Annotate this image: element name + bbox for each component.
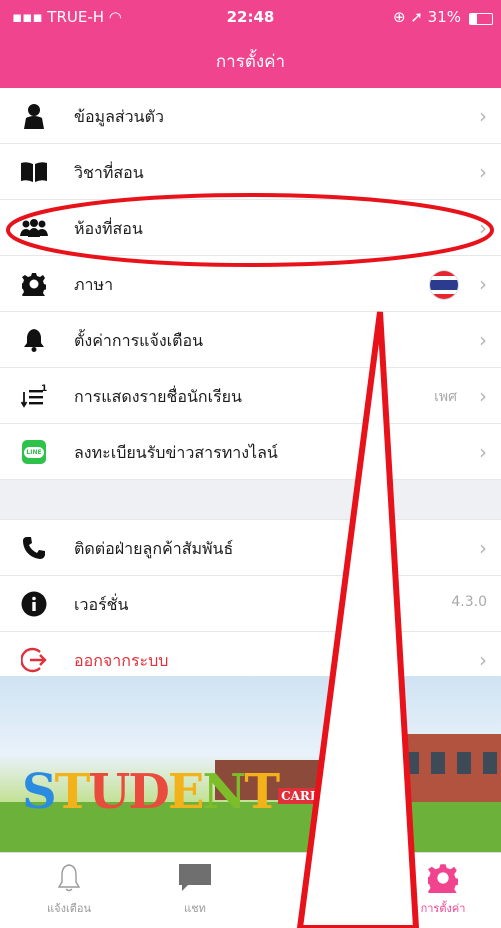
tab-label: แชท xyxy=(184,902,206,915)
svg-text:1: 1 xyxy=(41,384,47,394)
battery-percent: ⊕ ➚ 31% xyxy=(392,8,461,26)
group-icon xyxy=(20,214,48,242)
settings-row-label: ข้อมูลส่วนตัว xyxy=(74,107,164,126)
battery-icon xyxy=(469,13,493,25)
sort-icon: 1 xyxy=(20,382,48,410)
settings-row-label: เวอร์ชั่น xyxy=(74,595,129,614)
chevron-right-icon: › xyxy=(479,440,487,464)
chevron-right-icon: › xyxy=(479,328,487,352)
book-icon xyxy=(20,158,48,186)
settings-row-contact[interactable]: ติดต่อฝ่ายลูกค้าสัมพันธ์ › xyxy=(0,520,501,576)
settings-row-label: ลงทะเบียนรับข่าวสารทางไลน์ xyxy=(74,443,278,462)
settings-row-label: วิชาที่สอน xyxy=(74,163,144,182)
top-bar: ▪▪▪ TRUE-H ◠ 22:48 ⊕ ➚ 31% การตั้งค่า xyxy=(0,0,501,88)
line-icon: LINE xyxy=(20,438,48,466)
chat-icon xyxy=(140,861,250,895)
settings-row-label: ภาษา xyxy=(74,275,114,294)
tab-label: แจ้งเตือน xyxy=(47,902,91,915)
tab-bar: แจ้งเตือน แชท การตั้งค่า xyxy=(0,852,501,928)
chevron-right-icon: › xyxy=(479,384,487,408)
settings-row-label: ออกจากระบบ xyxy=(74,651,169,670)
settings-row-student-list-display[interactable]: 1 การแสดงรายชื่อนักเรียน เพศ › xyxy=(0,368,501,424)
tab-settings[interactable]: การตั้งค่า xyxy=(388,861,498,917)
settings-row-profile[interactable]: ข้อมูลส่วนตัว › xyxy=(0,88,501,144)
settings-row-label: การแสดงรายชื่อนักเรียน xyxy=(74,387,242,406)
info-icon xyxy=(20,590,48,618)
settings-row-subjects[interactable]: วิชาที่สอน › xyxy=(0,144,501,200)
tab-notifications[interactable]: แจ้งเตือน xyxy=(14,861,124,917)
chevron-right-icon: › xyxy=(479,536,487,560)
logout-icon xyxy=(20,646,48,674)
bell-icon xyxy=(20,326,48,354)
settings-row-label: ห้องที่สอน xyxy=(74,219,143,238)
settings-row-version: เวอร์ชั่น 4.3.0 xyxy=(0,576,501,632)
chevron-right-icon: › xyxy=(479,104,487,128)
chevron-right-icon: › xyxy=(479,272,487,296)
thai-flag-icon xyxy=(429,270,459,300)
settings-list: ข้อมูลส่วนตัว › วิชาที่สอน › ห้องที่สอน … xyxy=(0,88,501,688)
chevron-right-icon: › xyxy=(479,216,487,240)
settings-row-label: ตั้งค่าการแจ้งเตือน xyxy=(74,331,204,350)
person-icon xyxy=(20,102,48,130)
settings-row-notifications[interactable]: ตั้งค่าการแจ้งเตือน › xyxy=(0,312,501,368)
settings-row-line-register[interactable]: LINE ลงทะเบียนรับข่าวสารทางไลน์ › xyxy=(0,424,501,480)
gear-icon xyxy=(388,861,498,895)
location-icon: ➚ xyxy=(410,8,428,26)
page-title: การตั้งค่า xyxy=(215,52,286,72)
status-bar: ▪▪▪ TRUE-H ◠ 22:48 ⊕ ➚ 31% xyxy=(0,6,501,30)
tab-chat[interactable]: แชท xyxy=(140,861,250,917)
bell-outline-icon xyxy=(14,861,124,895)
school-building-image xyxy=(391,734,501,804)
tab-label: การตั้งค่า xyxy=(420,902,466,915)
settings-row-classrooms[interactable]: ห้องที่สอน › xyxy=(0,200,501,256)
chevron-right-icon: › xyxy=(479,160,487,184)
sort-value: เพศ xyxy=(434,389,457,405)
settings-row-language[interactable]: ภาษา › xyxy=(0,256,501,312)
version-value: 4.3.0 xyxy=(451,594,487,610)
student-care-logo: STUDENT CARE xyxy=(22,764,323,820)
student-care-banner: STUDENT CARE xyxy=(0,676,501,852)
chevron-right-icon: › xyxy=(479,648,487,672)
section-divider xyxy=(0,480,501,520)
lock-rotation-icon: ⊕ xyxy=(392,8,411,26)
phone-icon xyxy=(20,534,48,562)
gear-icon xyxy=(20,270,48,298)
settings-row-label: ติดต่อฝ่ายลูกค้าสัมพันธ์ xyxy=(74,539,234,558)
